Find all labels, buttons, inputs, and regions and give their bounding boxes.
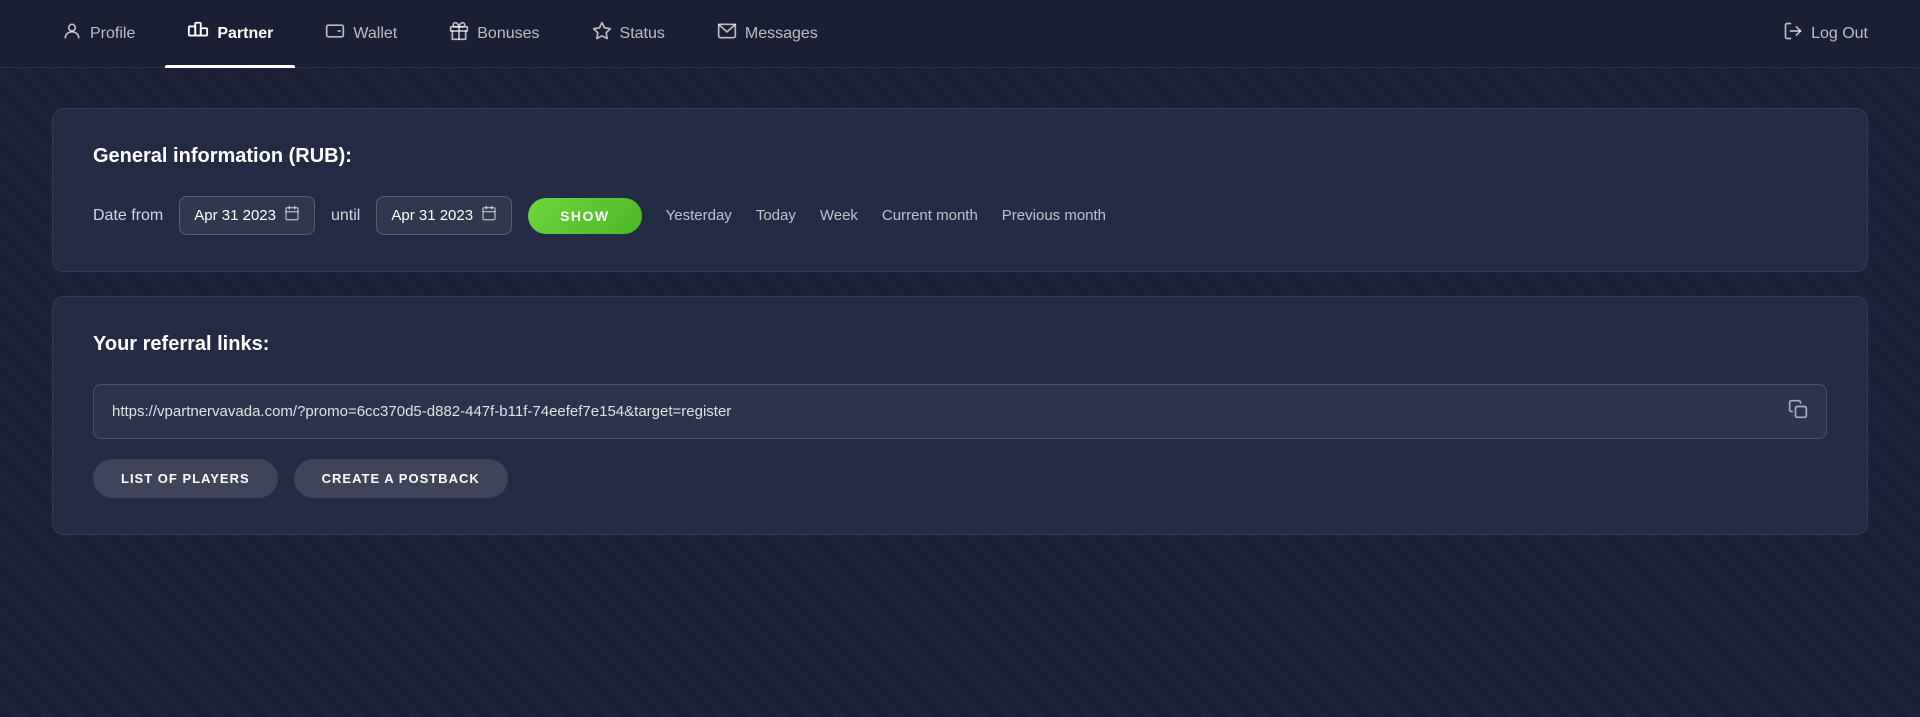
referral-url-row: https://vpartnervavada.com/?promo=6cc370…	[93, 384, 1827, 439]
filter-current-month[interactable]: Current month	[882, 207, 978, 224]
logout-icon	[1783, 21, 1803, 46]
referral-title: Your referral links:	[93, 333, 1827, 356]
nav-items: Profile Partner Wallet	[40, 0, 1771, 68]
referral-links-card: Your referral links: https://vpartnervav…	[52, 296, 1868, 535]
star-icon	[592, 21, 612, 46]
navigation: Profile Partner Wallet	[0, 0, 1920, 68]
date-filter-row: Date from Apr 31 2023 until Apr 31 2023	[93, 196, 1827, 235]
nav-label-wallet: Wallet	[353, 25, 397, 43]
nav-item-partner[interactable]: Partner	[165, 0, 295, 68]
nav-label-status: Status	[620, 25, 665, 43]
until-label: until	[331, 207, 360, 225]
nav-item-status[interactable]: Status	[570, 0, 687, 68]
main-content: General information (RUB): Date from Apr…	[0, 68, 1920, 575]
referral-buttons: LIST OF PLAYERS CREATE A POSTBACK	[93, 459, 1827, 498]
nav-label-bonuses: Bonuses	[477, 25, 539, 43]
logout-button[interactable]: Log Out	[1771, 21, 1880, 46]
gift-icon	[449, 21, 469, 46]
date-from-label: Date from	[93, 207, 163, 225]
partner-icon	[187, 20, 209, 47]
nav-item-messages[interactable]: Messages	[695, 0, 840, 68]
calendar-from-icon	[284, 205, 300, 226]
nav-item-wallet[interactable]: Wallet	[303, 0, 419, 68]
person-icon	[62, 21, 82, 46]
date-from-value: Apr 31 2023	[194, 207, 276, 224]
filter-previous-month[interactable]: Previous month	[1002, 207, 1106, 224]
date-from-input[interactable]: Apr 31 2023	[179, 196, 315, 235]
filter-week[interactable]: Week	[820, 207, 858, 224]
referral-url: https://vpartnervavada.com/?promo=6cc370…	[112, 403, 1776, 420]
create-postback-button[interactable]: CREATE A POSTBACK	[294, 459, 508, 498]
list-players-button[interactable]: LIST OF PLAYERS	[93, 459, 278, 498]
general-info-card: General information (RUB): Date from Apr…	[52, 108, 1868, 272]
show-button[interactable]: SHOW	[528, 198, 642, 234]
nav-label-messages: Messages	[745, 25, 818, 43]
copy-icon[interactable]	[1788, 399, 1808, 424]
date-until-input[interactable]: Apr 31 2023	[376, 196, 512, 235]
date-until-value: Apr 31 2023	[391, 207, 473, 224]
quick-filters: Yesterday Today Week Current month Previ…	[666, 207, 1106, 224]
nav-label-partner: Partner	[217, 25, 273, 43]
nav-item-bonuses[interactable]: Bonuses	[427, 0, 561, 68]
nav-label-profile: Profile	[90, 25, 135, 43]
wallet-icon	[325, 21, 345, 46]
general-info-title: General information (RUB):	[93, 145, 1827, 168]
envelope-icon	[717, 21, 737, 46]
logout-label: Log Out	[1811, 25, 1868, 43]
filter-yesterday[interactable]: Yesterday	[666, 207, 732, 224]
calendar-until-icon	[481, 205, 497, 226]
nav-item-profile[interactable]: Profile	[40, 0, 157, 68]
filter-today[interactable]: Today	[756, 207, 796, 224]
